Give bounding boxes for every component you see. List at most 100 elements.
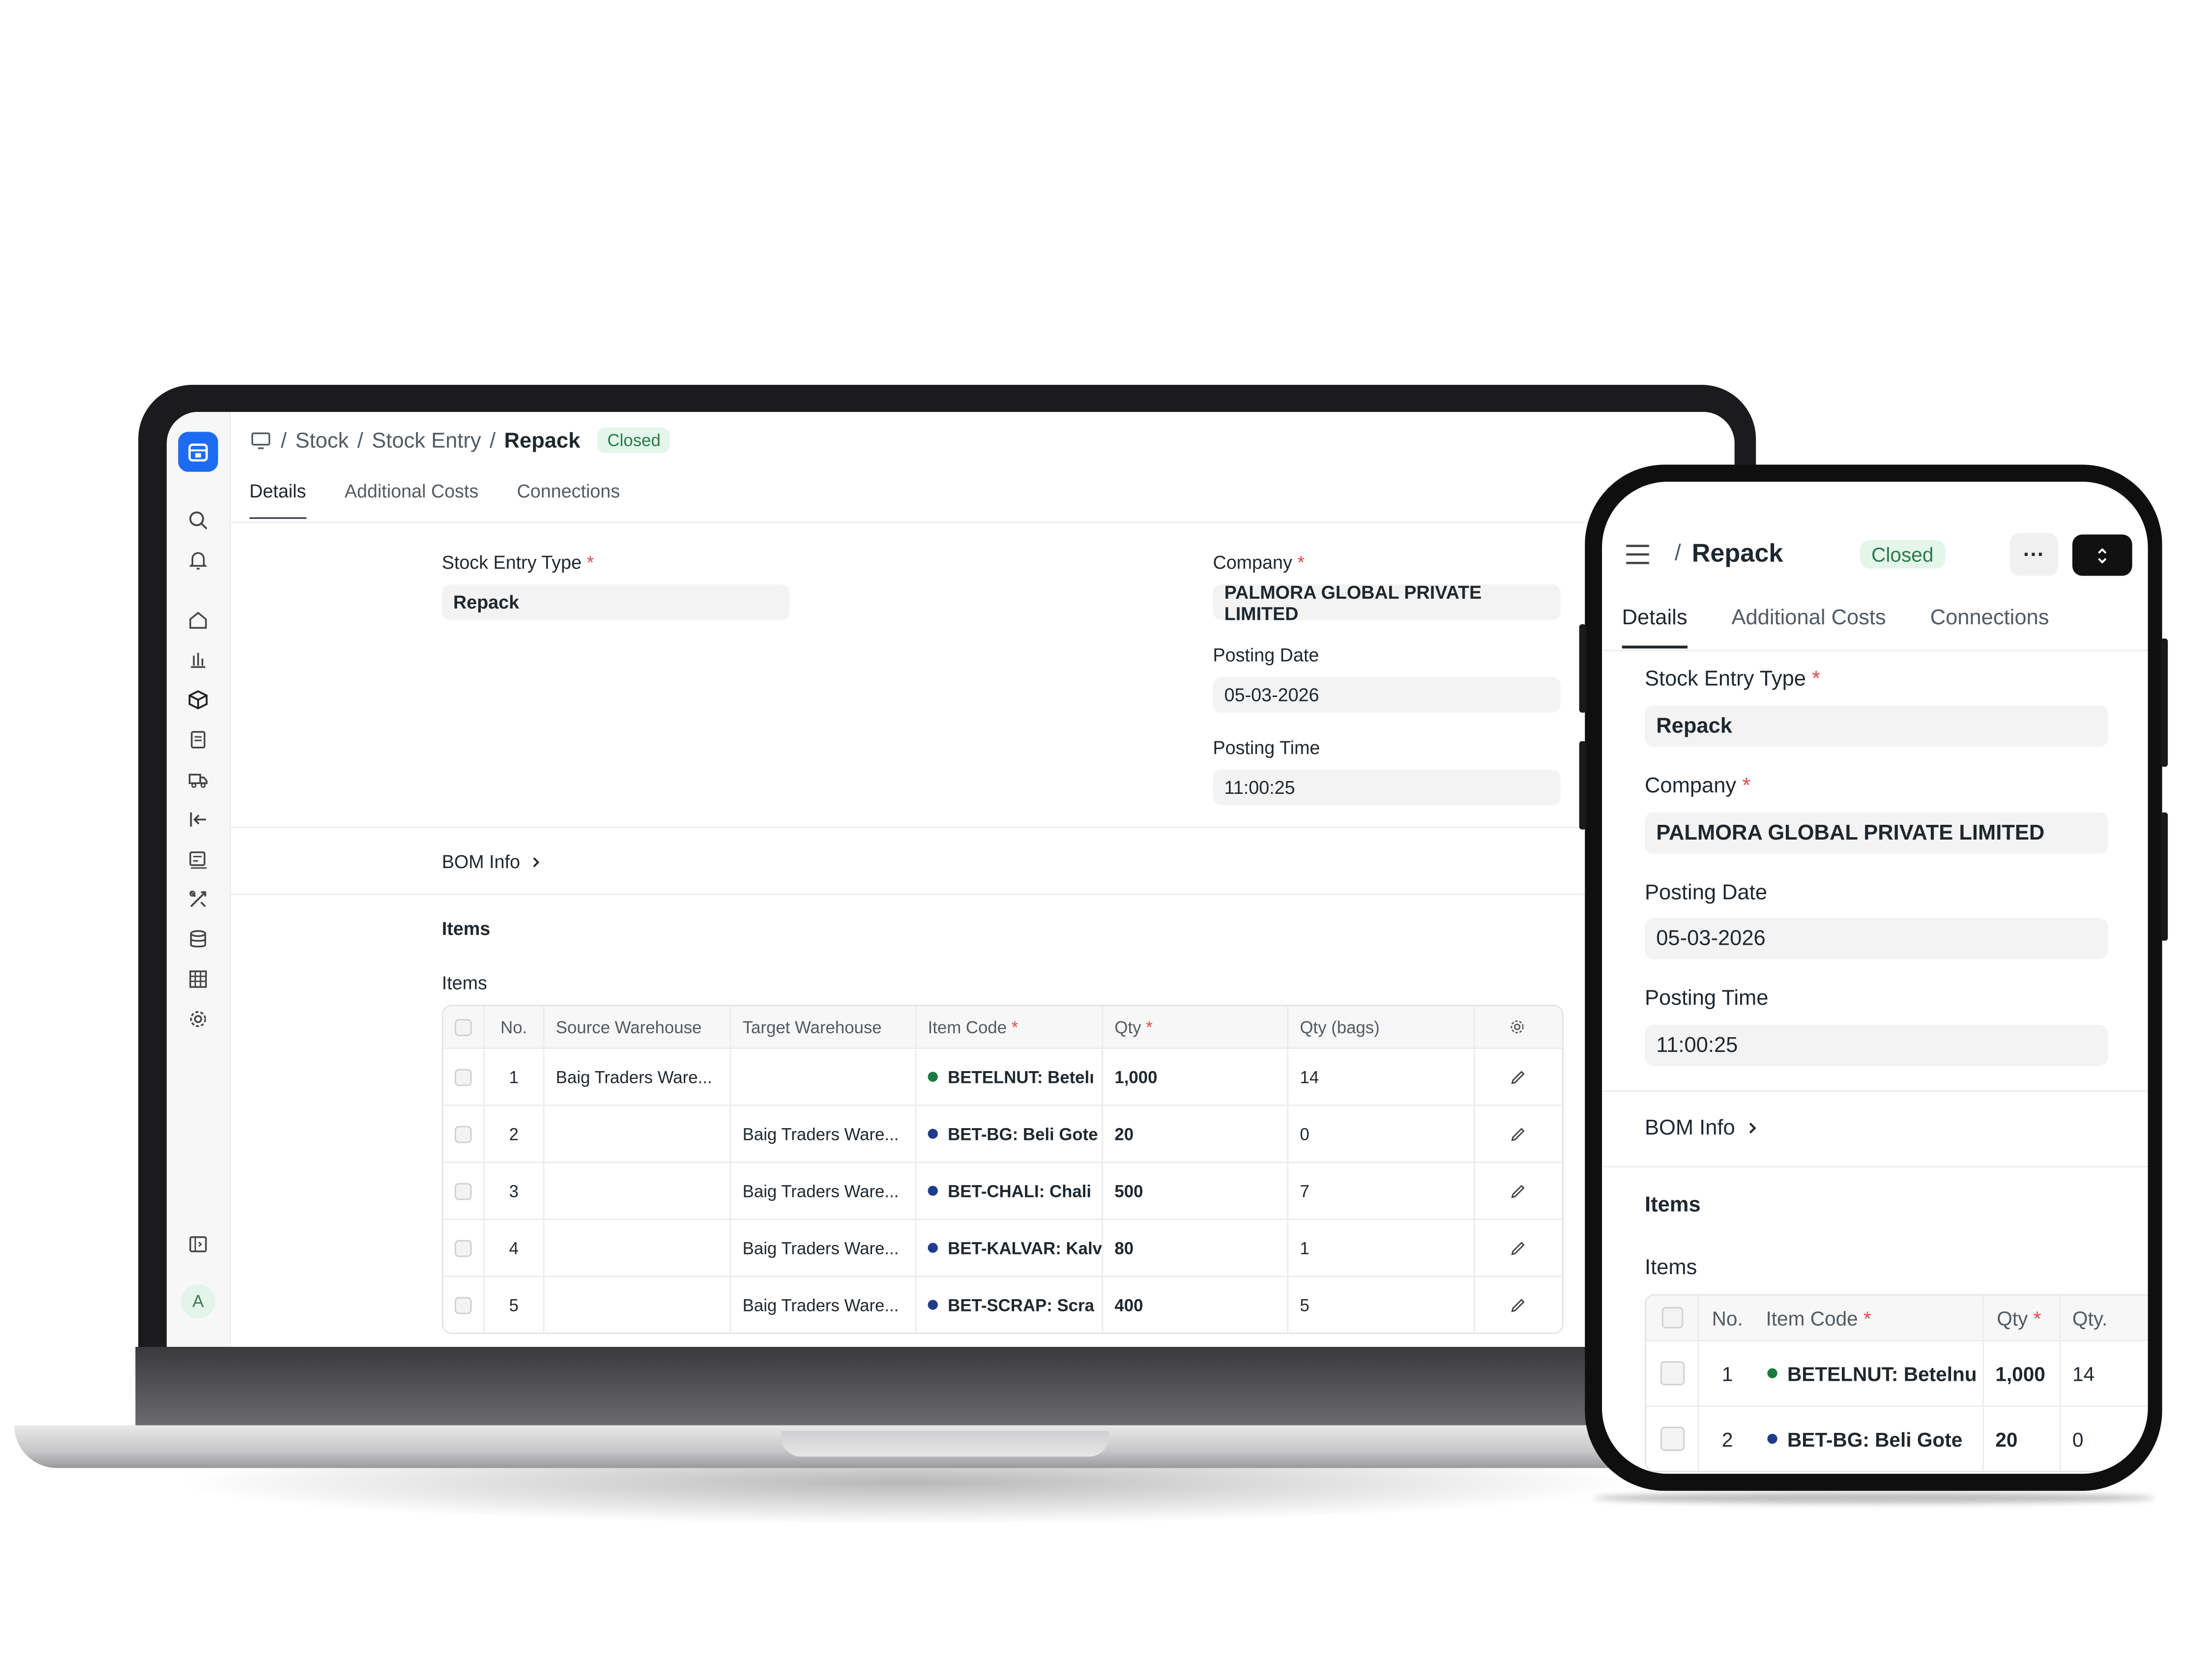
receipt-icon[interactable] (187, 848, 209, 871)
col-qty-label: Qty (1114, 1017, 1141, 1037)
package-icon[interactable] (187, 688, 209, 711)
edit-row-button[interactable] (1475, 1049, 1559, 1105)
bell-icon[interactable] (187, 549, 209, 571)
item-code-cell[interactable]: BET-BG: Beli Gote (916, 1106, 1104, 1162)
qty-cell[interactable]: 1,000 (1984, 1341, 2061, 1405)
table-row[interactable]: 2 BET-BG: Beli Gote 20 0 (1646, 1405, 2148, 1471)
qty-bags-cell[interactable]: 14 (2061, 1362, 2147, 1384)
target-warehouse-cell[interactable]: Baig Traders Ware... (731, 1220, 917, 1276)
table-icon[interactable] (187, 968, 209, 990)
qty-cell[interactable]: 20 (1984, 1406, 2061, 1471)
stock-entry-type-field[interactable]: Repack (441, 584, 790, 620)
qty-cell[interactable]: 1,000 (1103, 1049, 1289, 1105)
item-code-cell[interactable]: BET-CHALI: Chali (916, 1163, 1104, 1219)
table-row[interactable]: 4 Baig Traders Ware... BET-KALVAR: Kalv 80 1 (443, 1219, 1562, 1276)
source-warehouse-cell[interactable] (545, 1277, 731, 1333)
row-checkbox[interactable] (454, 1239, 472, 1256)
qty-bags-cell[interactable]: 1 (1288, 1220, 1475, 1276)
table-header: No. Source Warehouse Target Warehouse It… (443, 1006, 1562, 1048)
tab-details[interactable]: Details (1622, 606, 1688, 649)
more-actions-button[interactable]: ··· (2009, 533, 2058, 576)
truck-icon[interactable] (187, 768, 209, 791)
stock-entry-type-field[interactable]: Repack (1645, 705, 2108, 747)
item-code-cell[interactable]: BET-BG: Beli Gote (1756, 1406, 1984, 1471)
required-marker: * (1297, 552, 1305, 573)
posting-date-field[interactable]: 05-03-2026 (1645, 918, 2108, 960)
tab-connections[interactable]: Connections (517, 480, 620, 519)
menu-icon[interactable] (1625, 543, 1650, 566)
desktop-icon[interactable] (249, 429, 272, 452)
qty-bags-cell[interactable]: 14 (1288, 1049, 1475, 1105)
row-checkbox[interactable] (1659, 1361, 1684, 1386)
column-settings[interactable] (1475, 1006, 1559, 1048)
edit-row-button[interactable] (1475, 1277, 1559, 1333)
gear-icon[interactable] (187, 1008, 209, 1030)
row-checkbox[interactable] (454, 1182, 472, 1199)
dots-icon: ··· (2023, 542, 2045, 567)
table-row[interactable]: 1 BETELNUT: Betelnu 1,000 14 (1646, 1339, 2148, 1405)
home-icon[interactable] (187, 609, 209, 631)
bom-info-toggle[interactable]: BOM Info (1645, 1116, 1761, 1140)
item-code-cell[interactable]: BETELNUT: Betelnu (1756, 1341, 1984, 1405)
avatar[interactable]: A (181, 1284, 215, 1319)
qty-cell[interactable]: 20 (1103, 1106, 1289, 1162)
select-all-checkbox[interactable] (454, 1018, 472, 1036)
company-field[interactable]: PALMORA GLOBAL PRIVATE LIMITED (1645, 812, 2108, 854)
posting-time-field[interactable]: 11:00:25 (1213, 769, 1561, 806)
search-icon[interactable] (187, 509, 209, 531)
table-row[interactable]: 5 Baig Traders Ware... BET-SCRAP: Scra 400 5 (443, 1276, 1562, 1333)
tools-icon[interactable] (187, 888, 209, 910)
row-checkbox[interactable] (454, 1296, 472, 1313)
edit-row-button[interactable] (1475, 1163, 1559, 1219)
source-warehouse-cell[interactable] (545, 1220, 731, 1276)
tab-details[interactable]: Details (249, 480, 306, 519)
target-warehouse-cell[interactable] (731, 1049, 917, 1105)
select-all-cell (443, 1006, 485, 1048)
bar-chart-icon[interactable] (187, 648, 209, 671)
phone-side-button (1579, 741, 1587, 830)
primary-action-button[interactable] (2072, 534, 2132, 576)
table-row[interactable]: 3 Baig Traders Ware... BET-CHALI: Chali 500… (443, 1162, 1562, 1219)
table-row[interactable]: 2 Baig Traders Ware... BET-BG: Beli Gote 20… (443, 1105, 1562, 1162)
tab-additional-costs[interactable]: Additional Costs (1731, 606, 1886, 648)
status-dot (928, 1300, 938, 1310)
qty-cell[interactable]: 80 (1103, 1220, 1289, 1276)
edit-row-button[interactable] (1475, 1220, 1559, 1276)
row-checkbox[interactable] (454, 1068, 472, 1085)
source-warehouse-cell[interactable] (545, 1163, 731, 1219)
edit-row-button[interactable] (1475, 1106, 1559, 1162)
qty-bags-cell[interactable]: 0 (1288, 1106, 1475, 1162)
qty-bags-cell[interactable]: 0 (2061, 1427, 2147, 1450)
tab-additional-costs[interactable]: Additional Costs (345, 480, 478, 519)
app-logo[interactable] (178, 432, 218, 472)
item-code-cell[interactable]: BET-SCRAP: Scra (916, 1277, 1104, 1333)
arrow-left-to-line-icon[interactable] (187, 808, 209, 831)
target-warehouse-cell[interactable]: Baig Traders Ware... (731, 1163, 917, 1219)
table-row[interactable]: 1 Baig Traders Ware... BETELNUT: Betelı 1,0… (443, 1048, 1562, 1105)
row-checkbox[interactable] (1659, 1426, 1684, 1451)
posting-time-field[interactable]: 11:00:25 (1645, 1024, 2108, 1066)
tab-connections[interactable]: Connections (1930, 606, 2049, 648)
posting-date-field[interactable]: 05-03-2026 (1213, 677, 1561, 713)
qty-bags-cell[interactable]: 7 (1288, 1163, 1475, 1219)
target-warehouse-cell[interactable]: Baig Traders Ware... (731, 1106, 917, 1162)
select-all-checbox[interactable] (1661, 1307, 1683, 1329)
source-warehouse-cell[interactable] (545, 1106, 731, 1162)
qty-cell[interactable]: 400 (1103, 1277, 1289, 1333)
breadcrumb-stock-entry[interactable]: Stock Entry (372, 428, 481, 452)
item-code-cell[interactable]: BET-KALVAR: Kalv (916, 1220, 1104, 1276)
breadcrumb-stock[interactable]: Stock (295, 428, 349, 452)
item-code-cell[interactable]: BETELNUT: Betelı (916, 1049, 1104, 1105)
label-text: Stock Entry Type (441, 552, 582, 573)
source-warehouse-cell[interactable]: Baig Traders Ware... (545, 1049, 731, 1105)
row-checkbox[interactable] (454, 1125, 472, 1142)
sidebar-toggle-icon[interactable] (187, 1233, 209, 1255)
qty-cell[interactable]: 500 (1103, 1163, 1289, 1219)
database-icon[interactable] (187, 928, 209, 951)
target-warehouse-cell[interactable]: Baig Traders Ware... (731, 1277, 917, 1333)
status-badge: Closed (1860, 540, 1945, 569)
bom-info-toggle[interactable]: BOM Info (442, 851, 543, 872)
qty-bags-cell[interactable]: 5 (1288, 1277, 1475, 1333)
document-icon[interactable] (187, 728, 209, 751)
company-field[interactable]: PALMORA GLOBAL PRIVATE LIMITED (1213, 581, 1561, 624)
